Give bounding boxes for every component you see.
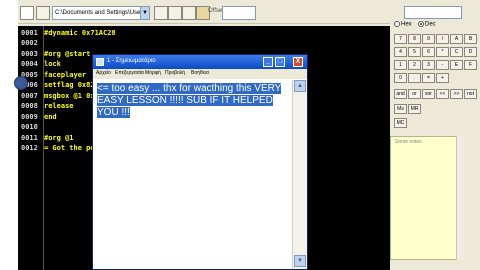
code-line: #org @start (44, 50, 91, 58)
new-file-button[interactable] (20, 6, 34, 20)
open-file-button[interactable] (36, 6, 50, 20)
calc-button[interactable]: MR (408, 104, 421, 114)
calc-button[interactable]: and (394, 89, 407, 99)
xse-window: C:\Documents and Settings\UserKin ▼ Offs… (0, 0, 480, 270)
code-line: end (44, 113, 57, 121)
line-number: 0008 (21, 102, 38, 110)
menu-edit[interactable]: Επεξεργασία (115, 70, 144, 76)
compile-button[interactable] (182, 6, 196, 20)
calc-button[interactable]: << (436, 89, 449, 99)
line-gutter: 0001 0002 0003 0004 0005 0006 0007 0008 … (18, 26, 44, 270)
save-button[interactable] (168, 6, 182, 20)
line-number: 0001 (21, 29, 38, 37)
calc-button[interactable]: + (436, 73, 449, 83)
calc-button[interactable]: 3 (422, 60, 435, 70)
calc-button[interactable]: / (436, 34, 449, 44)
calc-button[interactable]: E (450, 60, 463, 70)
calc-button[interactable]: 1 (394, 60, 407, 70)
calc-button[interactable]: F (464, 60, 477, 70)
line-number: 0010 (21, 123, 38, 131)
code-line: lock (44, 60, 61, 68)
maximize-button[interactable]: □ (275, 57, 285, 67)
notepad-menu-bar: Αρχείο Επεξεργασία Μορφή Προβολή Βοήθεια (93, 69, 307, 79)
radio-dec[interactable]: Dec (418, 21, 436, 28)
calc-button[interactable]: or (408, 89, 421, 99)
notes-area[interactable]: Some notes (390, 136, 464, 260)
calc-button[interactable]: 6 (422, 47, 435, 57)
toolbar: C:\Documents and Settings\UserKin ▼ Offs… (18, 4, 390, 24)
radio-dec-icon (418, 21, 424, 27)
code-line: msgbox @1 0x6 (44, 92, 99, 100)
notepad-text-area[interactable]: <= too easy ... thx for wacthing this VE… (97, 83, 287, 119)
rom-path-input[interactable]: C:\Documents and Settings\UserKin (52, 6, 150, 20)
notes-scrollbar[interactable] (456, 136, 464, 260)
line-number: 0007 (21, 92, 38, 100)
calc-button[interactable]: = (422, 73, 435, 83)
notepad-icon (96, 58, 104, 66)
calc-button[interactable]: Ms (394, 104, 407, 114)
chevron-down-icon[interactable]: ▼ (140, 7, 149, 19)
radio-dec-label: Dec (425, 21, 436, 28)
calc-button[interactable]: * (436, 47, 449, 57)
calc-button[interactable]: B (464, 34, 477, 44)
scroll-up-icon[interactable]: ▲ (294, 80, 306, 92)
code-line: #org @1 (44, 134, 74, 142)
calc-button[interactable]: 2 (408, 60, 421, 70)
code-line: #dynamic 0x71AC28 (44, 29, 116, 37)
scroll-down-icon[interactable]: ▼ (294, 255, 306, 267)
calc-button[interactable]: D (464, 47, 477, 57)
line-number: 0003 (21, 50, 38, 58)
menu-help[interactable]: Βοήθεια (191, 70, 209, 76)
calc-button[interactable]: xor (422, 89, 435, 99)
notepad-title-bar[interactable]: 1 - Σημειωματάριο _ □ X (93, 55, 307, 69)
line-number: 0009 (21, 113, 38, 121)
calc-button[interactable]: - (436, 60, 449, 70)
offset-input[interactable] (222, 6, 256, 20)
code-line: faceplayer (44, 71, 87, 79)
calculator-display[interactable] (404, 6, 462, 19)
minimize-button[interactable]: _ (263, 57, 273, 67)
calc-button[interactable]: 9 (422, 34, 435, 44)
calc-button[interactable]: 8 (408, 34, 421, 44)
calc-button[interactable]: A (450, 34, 463, 44)
calc-button[interactable]: >> (450, 89, 463, 99)
close-button[interactable]: X (293, 57, 303, 67)
code-line: setflag 0x829 (44, 81, 99, 89)
calc-button[interactable]: MC (394, 118, 407, 128)
line-number: 0011 (21, 134, 38, 142)
calc-button[interactable]: 4 (394, 47, 407, 57)
calc-button[interactable]: . (408, 73, 421, 83)
notepad-window: 1 - Σημειωματάριο _ □ X Αρχείο Επεξεργασ… (92, 54, 308, 270)
radio-hex[interactable]: Hex (394, 21, 412, 28)
line-number: 0012 (21, 144, 38, 152)
notepad-title: 1 - Σημειωματάριο (107, 58, 156, 64)
menu-view[interactable]: Προβολή (165, 70, 185, 76)
line-number: 0002 (21, 39, 38, 47)
notes-placeholder: Some notes (395, 139, 422, 145)
line-number: 0004 (21, 60, 38, 68)
selected-text: <= too easy ... thx for wacthing this VE… (97, 83, 282, 118)
calc-button[interactable]: 5 (408, 47, 421, 57)
calc-button[interactable]: 0 (394, 73, 407, 83)
calc-button[interactable]: C (450, 47, 463, 57)
code-line: release (44, 102, 74, 110)
open-rom-button[interactable] (154, 6, 168, 20)
radio-hex-icon (394, 21, 400, 27)
radio-hex-label: Hex (401, 21, 412, 28)
globe-icon (14, 76, 28, 90)
calc-button[interactable]: not (464, 89, 477, 99)
menu-file[interactable]: Αρχείο (96, 70, 111, 76)
left-strip (0, 0, 18, 270)
notepad-scrollbar[interactable]: ▲ ▼ (292, 80, 307, 269)
menu-format[interactable]: Μορφή (145, 70, 161, 76)
calc-button[interactable]: 7 (394, 34, 407, 44)
